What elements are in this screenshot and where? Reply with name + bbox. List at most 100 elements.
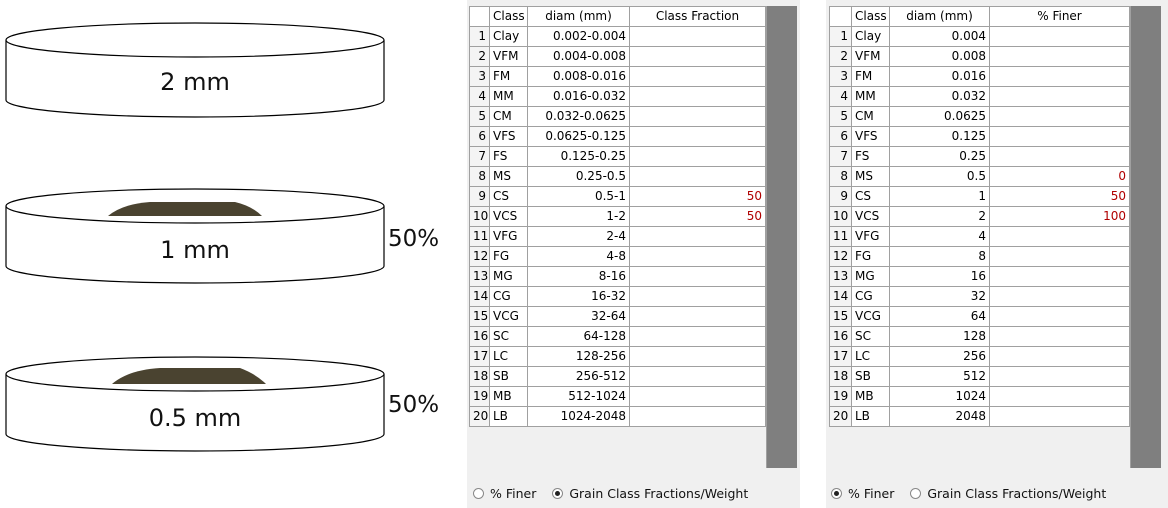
class-fraction-cell[interactable] xyxy=(629,66,766,87)
class-cell[interactable]: MM xyxy=(851,86,890,107)
grain-class-fractions-radio[interactable]: Grain Class Fractions/Weight xyxy=(552,486,748,501)
percent-finer-cell[interactable] xyxy=(989,406,1130,427)
class-cell[interactable]: CS xyxy=(489,186,528,207)
class-fraction-cell[interactable] xyxy=(629,226,766,247)
class-fraction-cell[interactable] xyxy=(629,346,766,367)
class-cell[interactable]: VCG xyxy=(851,306,890,327)
diam-cell[interactable]: 0.25-0.5 xyxy=(527,166,630,187)
diam-cell[interactable]: 0.5-1 xyxy=(527,186,630,207)
percent-finer-cell[interactable] xyxy=(989,286,1130,307)
diam-cell[interactable]: 0.016 xyxy=(889,66,990,87)
diam-cell[interactable]: 8 xyxy=(889,246,990,267)
class-fraction-cell[interactable] xyxy=(629,26,766,47)
percent-finer-cell[interactable] xyxy=(989,26,1130,47)
class-cell[interactable]: LB xyxy=(851,406,890,427)
percent-finer-cell[interactable] xyxy=(989,246,1130,267)
diam-cell[interactable]: 1-2 xyxy=(527,206,630,227)
class-cell[interactable]: SC xyxy=(489,326,528,347)
diam-cell[interactable]: 0.5 xyxy=(889,166,990,187)
diam-cell[interactable]: 4 xyxy=(889,226,990,247)
class-cell[interactable]: FG xyxy=(851,246,890,267)
percent-finer-cell[interactable] xyxy=(989,66,1130,87)
class-fraction-cell[interactable] xyxy=(629,166,766,187)
percent-finer-cell[interactable] xyxy=(989,86,1130,107)
class-cell[interactable]: Clay xyxy=(851,26,890,47)
class-cell[interactable]: FS xyxy=(489,146,528,167)
class-cell[interactable]: MG xyxy=(489,266,528,287)
diam-cell[interactable]: 0.0625-0.125 xyxy=(527,126,630,147)
class-cell[interactable]: CM xyxy=(489,106,528,127)
class-cell[interactable]: FM xyxy=(851,66,890,87)
class-cell[interactable]: FM xyxy=(489,66,528,87)
percent-finer-cell[interactable]: 0 xyxy=(989,166,1130,187)
class-header[interactable]: Class xyxy=(851,6,890,27)
class-cell[interactable]: VFS xyxy=(489,126,528,147)
diam-cell[interactable]: 256 xyxy=(889,346,990,367)
class-fraction-cell[interactable] xyxy=(629,246,766,267)
percent-finer-cell[interactable] xyxy=(989,126,1130,147)
grain-class-fractions-radio[interactable]: Grain Class Fractions/Weight xyxy=(910,486,1106,501)
diam-cell[interactable]: 0.004-0.008 xyxy=(527,46,630,67)
percent-finer-cell[interactable]: 50 xyxy=(989,186,1130,207)
diam-cell[interactable]: 0.25 xyxy=(889,146,990,167)
diam-cell[interactable]: 1 xyxy=(889,186,990,207)
diam-cell[interactable]: 64-128 xyxy=(527,326,630,347)
diam-cell[interactable]: 4-8 xyxy=(527,246,630,267)
diam-cell[interactable]: 0.008-0.016 xyxy=(527,66,630,87)
percent-finer-cell[interactable] xyxy=(989,386,1130,407)
diam-cell[interactable]: 0.125-0.25 xyxy=(527,146,630,167)
diam-cell[interactable]: 0.008 xyxy=(889,46,990,67)
diam-cell[interactable]: 0.002-0.004 xyxy=(527,26,630,47)
diam-cell[interactable]: 0.016-0.032 xyxy=(527,86,630,107)
percent-finer-cell[interactable] xyxy=(989,106,1130,127)
class-cell[interactable]: VFG xyxy=(489,226,528,247)
class-cell[interactable]: CS xyxy=(851,186,890,207)
class-cell[interactable]: SB xyxy=(489,366,528,387)
class-cell[interactable]: MB xyxy=(489,386,528,407)
class-fraction-cell[interactable] xyxy=(629,126,766,147)
diam-cell[interactable]: 1024-2048 xyxy=(527,406,630,427)
vertical-scrollbar[interactable] xyxy=(1130,6,1161,468)
class-cell[interactable]: VFM xyxy=(489,46,528,67)
diam-cell[interactable]: 2-4 xyxy=(527,226,630,247)
diam-cell[interactable]: 0.004 xyxy=(889,26,990,47)
percent-finer-cell[interactable]: 100 xyxy=(989,206,1130,227)
class-cell[interactable]: Clay xyxy=(489,26,528,47)
diam-cell[interactable]: 0.125 xyxy=(889,126,990,147)
percent-finer-cell[interactable] xyxy=(989,346,1130,367)
class-cell[interactable]: LC xyxy=(851,346,890,367)
class-cell[interactable]: LB xyxy=(489,406,528,427)
class-cell[interactable]: FG xyxy=(489,246,528,267)
class-fraction-cell[interactable] xyxy=(629,386,766,407)
class-fraction-cell[interactable] xyxy=(629,86,766,107)
class-fraction-table[interactable]: Class diam (mm) Class Fraction 1 Clay 0.00… xyxy=(469,6,766,427)
diam-cell[interactable]: 128 xyxy=(889,326,990,347)
class-cell[interactable]: MB xyxy=(851,386,890,407)
class-fraction-header[interactable]: Class Fraction xyxy=(629,6,766,27)
class-fraction-cell[interactable]: 50 xyxy=(629,206,766,227)
vertical-scrollbar[interactable] xyxy=(766,6,797,468)
diam-cell[interactable]: 16-32 xyxy=(527,286,630,307)
diam-cell[interactable]: 128-256 xyxy=(527,346,630,367)
diam-cell[interactable]: 16 xyxy=(889,266,990,287)
percent-finer-cell[interactable] xyxy=(989,326,1130,347)
class-fraction-cell[interactable] xyxy=(629,326,766,347)
percent-finer-cell[interactable] xyxy=(989,46,1130,67)
class-cell[interactable]: VFS xyxy=(851,126,890,147)
percent-finer-cell[interactable] xyxy=(989,266,1130,287)
diam-cell[interactable]: 0.0625 xyxy=(889,106,990,127)
class-cell[interactable]: LC xyxy=(489,346,528,367)
percent-finer-cell[interactable] xyxy=(989,146,1130,167)
diam-cell[interactable]: 1024 xyxy=(889,386,990,407)
class-fraction-cell[interactable] xyxy=(629,406,766,427)
class-cell[interactable]: CG xyxy=(489,286,528,307)
percent-finer-cell[interactable] xyxy=(989,366,1130,387)
diam-cell[interactable]: 256-512 xyxy=(527,366,630,387)
diam-cell[interactable]: 2 xyxy=(889,206,990,227)
class-fraction-cell[interactable] xyxy=(629,286,766,307)
class-cell[interactable]: CM xyxy=(851,106,890,127)
diam-cell[interactable]: 0.032 xyxy=(889,86,990,107)
percent-finer-radio[interactable]: % Finer xyxy=(831,486,894,501)
diam-cell[interactable]: 8-16 xyxy=(527,266,630,287)
class-fraction-cell[interactable] xyxy=(629,46,766,67)
